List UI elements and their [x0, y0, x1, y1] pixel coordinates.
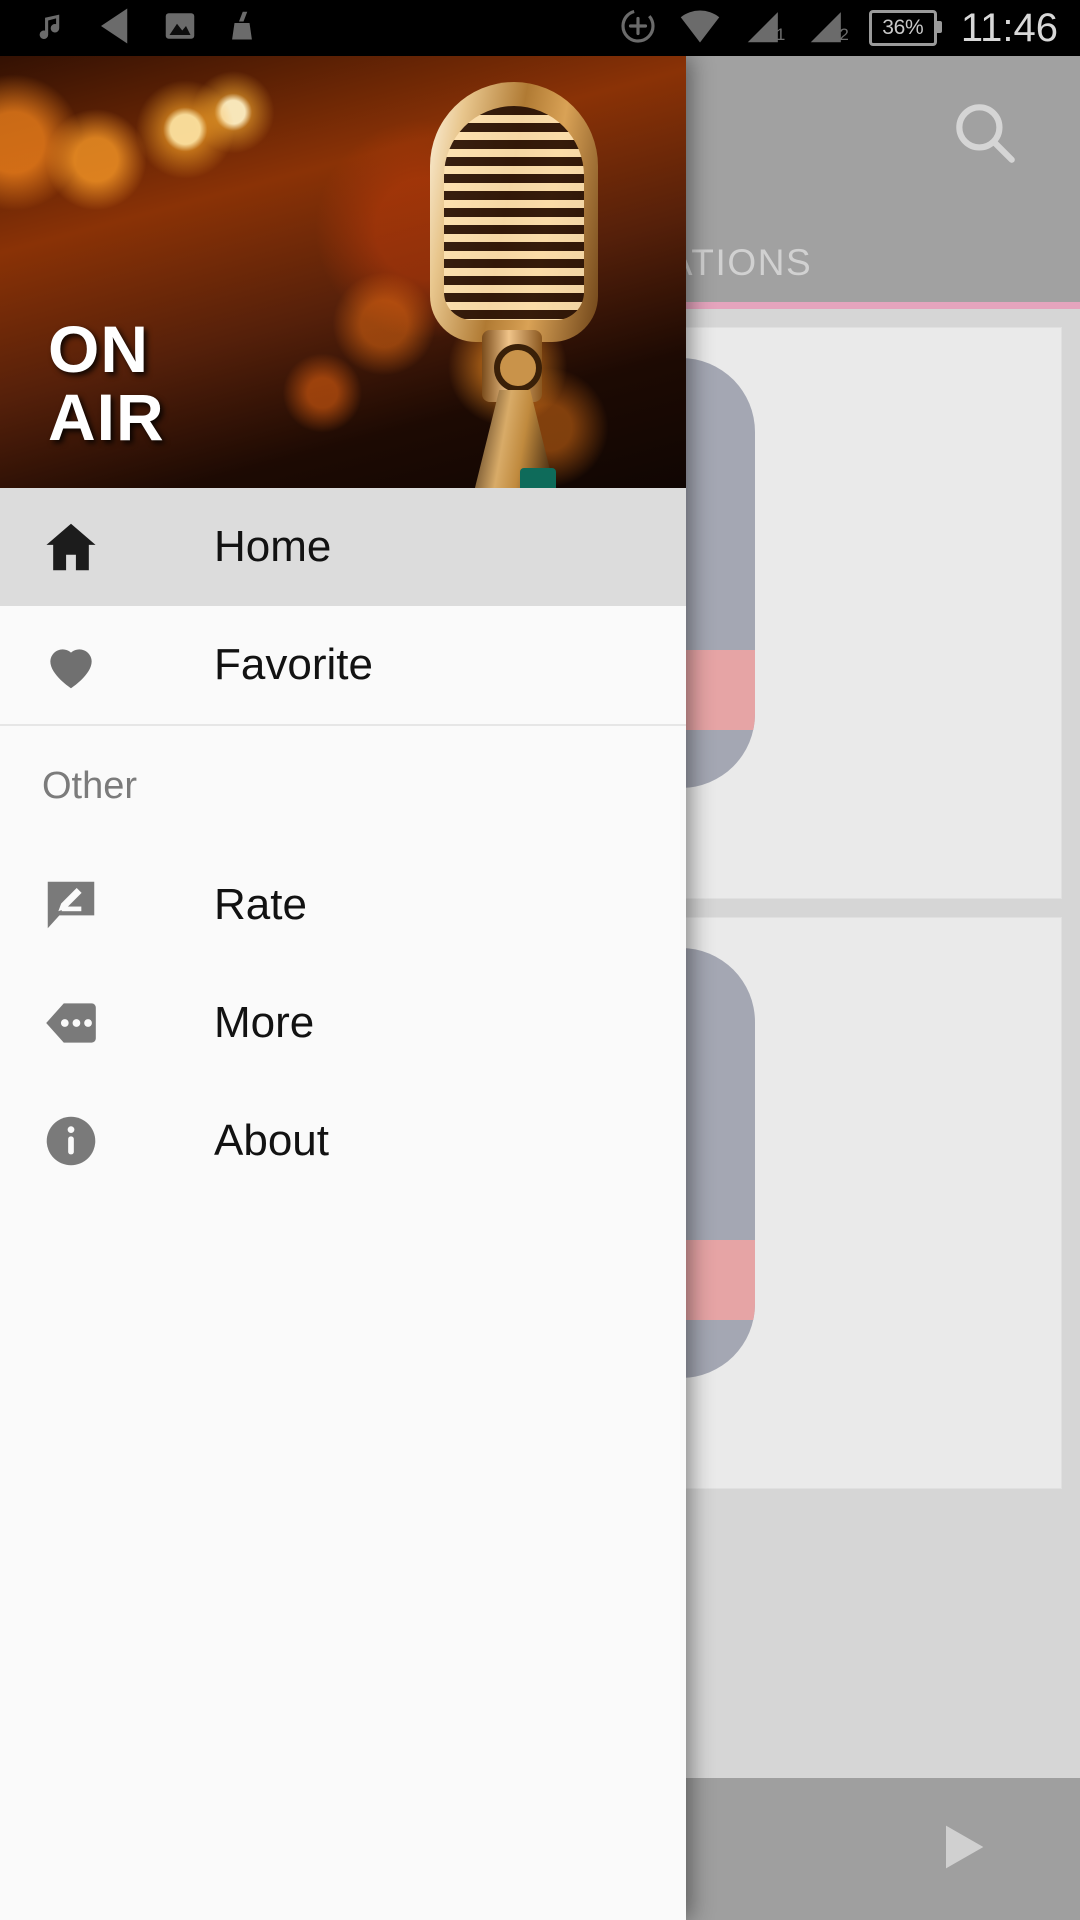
- music-note-icon: [34, 7, 68, 50]
- sidebar-item-favorite[interactable]: Favorite: [0, 606, 686, 724]
- sidebar-item-home[interactable]: Home: [0, 488, 686, 606]
- sim2-label: 2: [839, 25, 849, 44]
- on-air-title: ON AIR: [48, 312, 165, 455]
- sidebar-item-label: More: [214, 998, 315, 1047]
- drawer-section-title: Other: [42, 764, 138, 807]
- screen-record-icon: [618, 6, 658, 51]
- sidebar-item-label: Rate: [214, 880, 307, 929]
- sidebar-item-label: Home: [214, 522, 332, 571]
- signal-1-icon: 1: [742, 9, 785, 47]
- drawer-header-microphone: [408, 68, 614, 488]
- drawer-header: ON AIR: [0, 56, 686, 488]
- battery-indicator: 36%: [868, 10, 942, 46]
- cleaner-broom-icon: [224, 7, 260, 50]
- sidebar-item-more[interactable]: More: [0, 964, 686, 1082]
- on-air-line-2: AIR: [48, 380, 165, 455]
- info-icon: [40, 1110, 110, 1172]
- sidebar-item-rate[interactable]: Rate: [0, 846, 686, 964]
- signal-2-icon: 2: [805, 9, 849, 47]
- status-bar: 1 2 36% 11:46: [0, 0, 1080, 56]
- wifi-icon: [678, 6, 722, 51]
- heart-icon: [40, 634, 110, 696]
- more-label-icon: [40, 992, 110, 1054]
- sidebar-item-label: Favorite: [214, 640, 373, 689]
- status-bar-left-icons: [0, 4, 260, 53]
- image-icon: [162, 8, 198, 49]
- status-bar-right-icons: 1 2 36% 11:46: [618, 6, 1080, 51]
- sim1-label: 1: [775, 25, 786, 44]
- sidebar-item-label: About: [214, 1116, 329, 1165]
- on-air-line-1: ON: [48, 312, 149, 387]
- status-bar-clock: 11:46: [960, 6, 1058, 50]
- back-caret-icon: [94, 4, 136, 53]
- home-icon: [40, 516, 110, 578]
- rate-review-icon: [40, 874, 110, 936]
- navigation-drawer: ON AIR Home Favorite Other Rate More Abo…: [0, 56, 686, 1920]
- sidebar-item-about[interactable]: About: [0, 1082, 686, 1200]
